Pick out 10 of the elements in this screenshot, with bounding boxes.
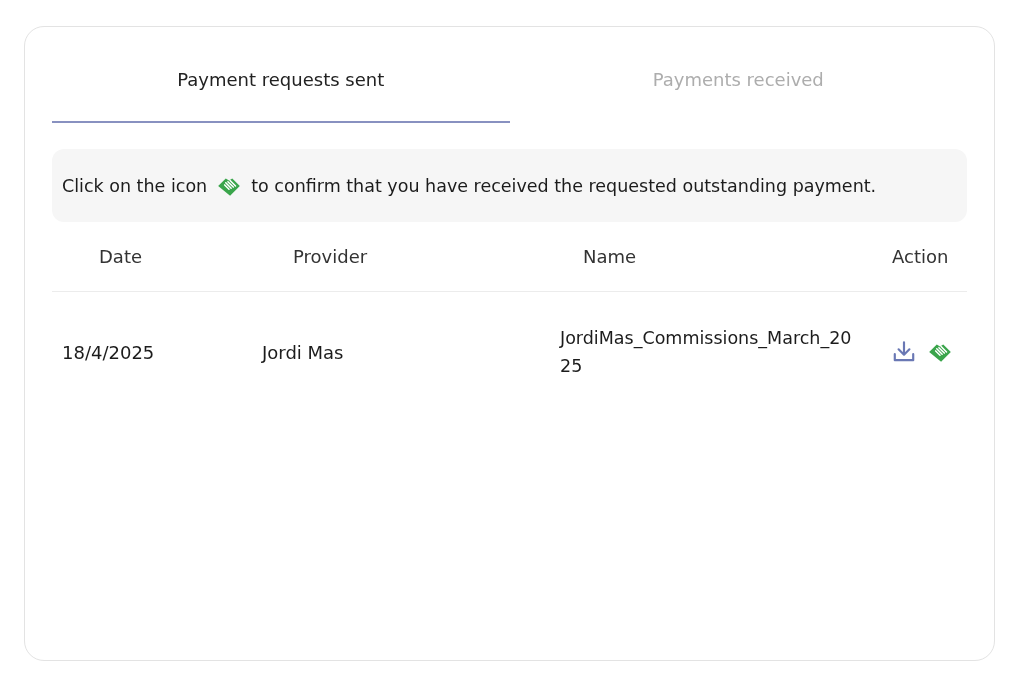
table-cell: 18/4/2025 (62, 341, 155, 363)
table-cell: Jordi Mas (262, 341, 344, 363)
table-cell-text: JordiMas_Commissions_March_2025 (560, 327, 852, 378)
instruction-text: Click on the icon (62, 175, 208, 196)
tab[interactable]: Payment requests sent (52, 27, 510, 123)
column-header: Date (99, 246, 143, 267)
column-header: Name (583, 246, 637, 267)
instruction-text: to confirm that you have received the requested outstanding payment. (251, 175, 877, 196)
column-header: Provider (293, 246, 368, 267)
column-header: Action (892, 246, 949, 267)
